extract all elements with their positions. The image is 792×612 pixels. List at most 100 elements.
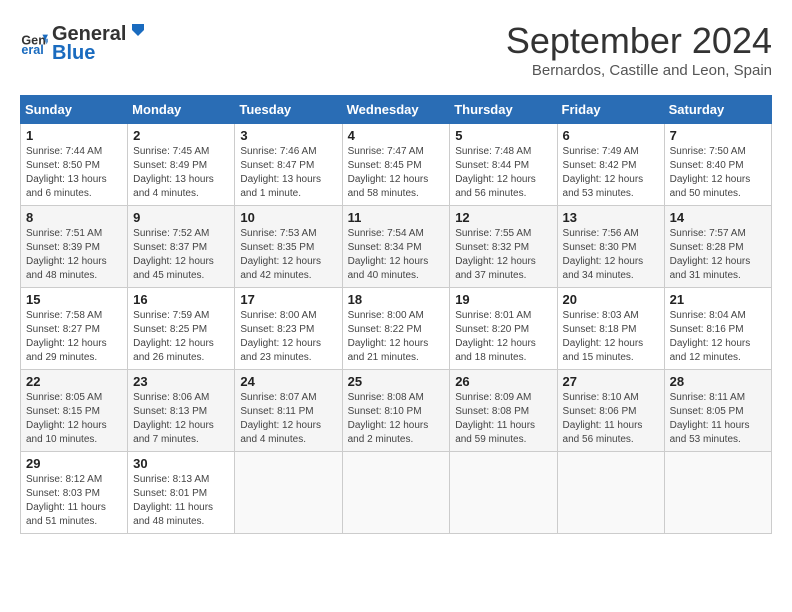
day-number: 11 xyxy=(348,210,445,225)
calendar-cell: 18Sunrise: 8:00 AM Sunset: 8:22 PM Dayli… xyxy=(342,288,450,370)
calendar-cell: 5 Sunrise: 7:48 AM Sunset: 8:44 PM Daylig… xyxy=(450,124,557,206)
month-title: September 2024 xyxy=(506,20,772,62)
day-number: 7 xyxy=(670,128,766,143)
day-number: 26 xyxy=(455,374,551,389)
day-number: 29 xyxy=(26,456,122,471)
day-info: Sunrise: 8:00 AM Sunset: 8:23 PM Dayligh… xyxy=(240,309,336,365)
day-number: 15 xyxy=(26,292,122,307)
day-info: Sunrise: 8:00 AM Sunset: 8:22 PM Dayligh… xyxy=(348,309,445,365)
day-number: 21 xyxy=(670,292,766,307)
day-number: 19 xyxy=(455,292,551,307)
day-number: 22 xyxy=(26,374,122,389)
logo-icon: Gen eral xyxy=(20,29,48,57)
day-info: Sunrise: 8:03 AM Sunset: 8:18 PM Dayligh… xyxy=(563,309,659,365)
day-number: 10 xyxy=(240,210,336,225)
day-info: Sunrise: 7:48 AM Sunset: 8:44 PM Dayligh… xyxy=(455,145,551,201)
calendar-cell: 19 Sunrise: 8:01 AM Sunset: 8:20 PM Dayli… xyxy=(450,288,557,370)
calendar-cell: 25Sunrise: 8:08 AM Sunset: 8:10 PM Dayli… xyxy=(342,370,450,452)
day-number: 8 xyxy=(26,210,122,225)
day-info: Sunrise: 7:47 AM Sunset: 8:45 PM Dayligh… xyxy=(348,145,445,201)
day-info: Sunrise: 7:53 AM Sunset: 8:35 PM Dayligh… xyxy=(240,227,336,283)
calendar-cell xyxy=(664,452,771,534)
calendar-header-row: SundayMondayTuesdayWednesdayThursdayFrid… xyxy=(21,96,772,124)
day-number: 5 xyxy=(455,128,551,143)
day-number: 14 xyxy=(670,210,766,225)
day-info: Sunrise: 7:50 AM Sunset: 8:40 PM Dayligh… xyxy=(670,145,766,201)
day-info: Sunrise: 7:46 AM Sunset: 8:47 PM Dayligh… xyxy=(240,145,336,201)
day-number: 3 xyxy=(240,128,336,143)
calendar-cell: 20 Sunrise: 8:03 AM Sunset: 8:18 PM Dayli… xyxy=(557,288,664,370)
calendar-cell: 6 Sunrise: 7:49 AM Sunset: 8:42 PM Daylig… xyxy=(557,124,664,206)
day-number: 30 xyxy=(133,456,229,471)
day-number: 27 xyxy=(563,374,659,389)
calendar-week-row: 8 Sunrise: 7:51 AM Sunset: 8:39 PM Daylig… xyxy=(21,206,772,288)
day-info: Sunrise: 8:07 AM Sunset: 8:11 PM Dayligh… xyxy=(240,391,336,447)
day-number: 1 xyxy=(26,128,122,143)
day-number: 23 xyxy=(133,374,229,389)
calendar-table: SundayMondayTuesdayWednesdayThursdayFrid… xyxy=(20,95,772,534)
day-info: Sunrise: 8:13 AM Sunset: 8:01 PM Dayligh… xyxy=(133,473,229,529)
day-header-thursday: Thursday xyxy=(450,96,557,124)
calendar-cell: 3 Sunrise: 7:46 AM Sunset: 8:47 PM Daylig… xyxy=(235,124,342,206)
day-number: 4 xyxy=(348,128,445,143)
day-number: 25 xyxy=(348,374,445,389)
calendar-cell: 2 Sunrise: 7:45 AM Sunset: 8:49 PM Daylig… xyxy=(128,124,235,206)
day-number: 28 xyxy=(670,374,766,389)
day-info: Sunrise: 8:10 AM Sunset: 8:06 PM Dayligh… xyxy=(563,391,659,447)
calendar-cell: 4 Sunrise: 7:47 AM Sunset: 8:45 PM Daylig… xyxy=(342,124,450,206)
page-header: Gen eral General Blue September 2024 Ber… xyxy=(20,20,772,79)
calendar-cell: 10 Sunrise: 7:53 AM Sunset: 8:35 PM Dayli… xyxy=(235,206,342,288)
day-number: 16 xyxy=(133,292,229,307)
day-info: Sunrise: 7:56 AM Sunset: 8:30 PM Dayligh… xyxy=(563,227,659,283)
day-info: Sunrise: 7:49 AM Sunset: 8:42 PM Dayligh… xyxy=(563,145,659,201)
calendar-cell: 17 Sunrise: 8:00 AM Sunset: 8:23 PM Dayli… xyxy=(235,288,342,370)
day-info: Sunrise: 7:58 AM Sunset: 8:27 PM Dayligh… xyxy=(26,309,122,365)
calendar-cell: 26 Sunrise: 8:09 AM Sunset: 8:08 PM Dayli… xyxy=(450,370,557,452)
location-title: Bernardos, Castille and Leon, Spain xyxy=(506,62,772,79)
day-header-monday: Monday xyxy=(128,96,235,124)
calendar-cell: 8 Sunrise: 7:51 AM Sunset: 8:39 PM Daylig… xyxy=(21,206,128,288)
calendar-cell xyxy=(450,452,557,534)
day-header-sunday: Sunday xyxy=(21,96,128,124)
day-info: Sunrise: 7:45 AM Sunset: 8:49 PM Dayligh… xyxy=(133,145,229,201)
calendar-week-row: 1 Sunrise: 7:44 AM Sunset: 8:50 PM Daylig… xyxy=(21,124,772,206)
calendar-cell xyxy=(342,452,450,534)
title-section: September 2024 Bernardos, Castille and L… xyxy=(506,20,772,79)
day-number: 12 xyxy=(455,210,551,225)
day-info: Sunrise: 8:09 AM Sunset: 8:08 PM Dayligh… xyxy=(455,391,551,447)
day-info: Sunrise: 8:11 AM Sunset: 8:05 PM Dayligh… xyxy=(670,391,766,447)
day-info: Sunrise: 7:51 AM Sunset: 8:39 PM Dayligh… xyxy=(26,227,122,283)
calendar-week-row: 29 Sunrise: 8:12 AM Sunset: 8:03 PM Dayli… xyxy=(21,452,772,534)
day-number: 13 xyxy=(563,210,659,225)
day-info: Sunrise: 8:06 AM Sunset: 8:13 PM Dayligh… xyxy=(133,391,229,447)
day-number: 20 xyxy=(563,292,659,307)
day-info: Sunrise: 8:12 AM Sunset: 8:03 PM Dayligh… xyxy=(26,473,122,529)
day-header-wednesday: Wednesday xyxy=(342,96,450,124)
calendar-cell: 27 Sunrise: 8:10 AM Sunset: 8:06 PM Dayli… xyxy=(557,370,664,452)
day-header-tuesday: Tuesday xyxy=(235,96,342,124)
day-number: 17 xyxy=(240,292,336,307)
day-info: Sunrise: 7:55 AM Sunset: 8:32 PM Dayligh… xyxy=(455,227,551,283)
day-info: Sunrise: 8:01 AM Sunset: 8:20 PM Dayligh… xyxy=(455,309,551,365)
calendar-week-row: 15 Sunrise: 7:58 AM Sunset: 8:27 PM Dayli… xyxy=(21,288,772,370)
calendar-cell: 13 Sunrise: 7:56 AM Sunset: 8:30 PM Dayli… xyxy=(557,206,664,288)
day-info: Sunrise: 7:54 AM Sunset: 8:34 PM Dayligh… xyxy=(348,227,445,283)
day-number: 24 xyxy=(240,374,336,389)
logo: Gen eral General Blue xyxy=(20,20,148,65)
calendar-cell: 24 Sunrise: 8:07 AM Sunset: 8:11 PM Dayli… xyxy=(235,370,342,452)
calendar-week-row: 22Sunrise: 8:05 AM Sunset: 8:15 PM Dayli… xyxy=(21,370,772,452)
day-header-friday: Friday xyxy=(557,96,664,124)
day-number: 9 xyxy=(133,210,229,225)
calendar-cell xyxy=(557,452,664,534)
day-number: 6 xyxy=(563,128,659,143)
svg-text:eral: eral xyxy=(21,43,43,57)
calendar-cell: 23 Sunrise: 8:06 AM Sunset: 8:13 PM Dayli… xyxy=(128,370,235,452)
calendar-cell: 29 Sunrise: 8:12 AM Sunset: 8:03 PM Dayli… xyxy=(21,452,128,534)
day-info: Sunrise: 7:44 AM Sunset: 8:50 PM Dayligh… xyxy=(26,145,122,201)
logo-chevron-icon xyxy=(128,20,148,40)
day-info: Sunrise: 7:52 AM Sunset: 8:37 PM Dayligh… xyxy=(133,227,229,283)
calendar-cell: 22Sunrise: 8:05 AM Sunset: 8:15 PM Dayli… xyxy=(21,370,128,452)
calendar-cell xyxy=(235,452,342,534)
day-info: Sunrise: 8:04 AM Sunset: 8:16 PM Dayligh… xyxy=(670,309,766,365)
day-number: 2 xyxy=(133,128,229,143)
